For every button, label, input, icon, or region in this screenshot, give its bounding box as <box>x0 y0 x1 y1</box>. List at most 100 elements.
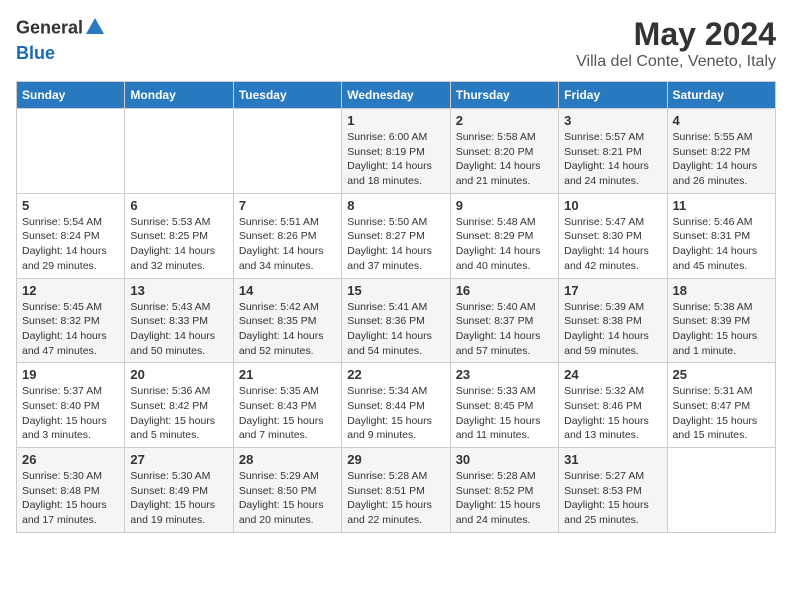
calendar-cell: 2 Sunrise: 5:58 AM Sunset: 8:20 PM Daylig… <box>450 109 558 194</box>
day-number: 5 <box>22 198 119 213</box>
calendar-cell: 18 Sunrise: 5:38 AM Sunset: 8:39 PM Dayli… <box>667 278 775 363</box>
day-number: 14 <box>239 283 336 298</box>
day-info: Sunrise: 5:41 AM Sunset: 8:36 PM Dayligh… <box>347 300 444 359</box>
calendar-cell: 17 Sunrise: 5:39 AM Sunset: 8:38 PM Dayli… <box>559 278 667 363</box>
day-info: Sunrise: 6:00 AM Sunset: 8:19 PM Dayligh… <box>347 130 444 189</box>
calendar-cell: 23 Sunrise: 5:33 AM Sunset: 8:45 PM Dayli… <box>450 363 558 448</box>
day-number: 25 <box>673 367 770 382</box>
calendar-cell: 31Sunrise: 5:27 AM Sunset: 8:53 PM Dayli… <box>559 448 667 533</box>
calendar-cell: 5 Sunrise: 5:54 AM Sunset: 8:24 PM Daylig… <box>17 193 125 278</box>
day-number: 8 <box>347 198 444 213</box>
day-info: Sunrise: 5:33 AM Sunset: 8:45 PM Dayligh… <box>456 384 553 443</box>
calendar-cell: 21 Sunrise: 5:35 AM Sunset: 8:43 PM Dayli… <box>233 363 341 448</box>
calendar-cell: 12Sunrise: 5:45 AM Sunset: 8:32 PM Dayli… <box>17 278 125 363</box>
day-of-week-header: Monday <box>125 82 233 109</box>
calendar-cell: 26 Sunrise: 5:30 AM Sunset: 8:48 PM Dayli… <box>17 448 125 533</box>
day-info: Sunrise: 5:47 AM Sunset: 8:30 PM Dayligh… <box>564 215 661 274</box>
logo-text-general: General <box>16 18 83 38</box>
calendar-cell: 24Sunrise: 5:32 AM Sunset: 8:46 PM Dayli… <box>559 363 667 448</box>
calendar-table: SundayMondayTuesdayWednesdayThursdayFrid… <box>16 81 776 533</box>
day-info: Sunrise: 5:57 AM Sunset: 8:21 PM Dayligh… <box>564 130 661 189</box>
day-info: Sunrise: 5:42 AM Sunset: 8:35 PM Dayligh… <box>239 300 336 359</box>
day-info: Sunrise: 5:29 AM Sunset: 8:50 PM Dayligh… <box>239 469 336 528</box>
day-info: Sunrise: 5:28 AM Sunset: 8:51 PM Dayligh… <box>347 469 444 528</box>
calendar-cell: 8 Sunrise: 5:50 AM Sunset: 8:27 PM Daylig… <box>342 193 450 278</box>
calendar-cell: 28 Sunrise: 5:29 AM Sunset: 8:50 PM Dayli… <box>233 448 341 533</box>
calendar-cell: 19Sunrise: 5:37 AM Sunset: 8:40 PM Dayli… <box>17 363 125 448</box>
day-number: 2 <box>456 113 553 128</box>
day-number: 21 <box>239 367 336 382</box>
calendar-cell: 27Sunrise: 5:30 AM Sunset: 8:49 PM Dayli… <box>125 448 233 533</box>
calendar-cell: 14 Sunrise: 5:42 AM Sunset: 8:35 PM Dayli… <box>233 278 341 363</box>
calendar-cell <box>17 109 125 194</box>
day-info: Sunrise: 5:30 AM Sunset: 8:48 PM Dayligh… <box>22 469 119 528</box>
day-number: 7 <box>239 198 336 213</box>
day-number: 15 <box>347 283 444 298</box>
day-number: 16 <box>456 283 553 298</box>
calendar-cell <box>125 109 233 194</box>
day-number: 3 <box>564 113 661 128</box>
day-of-week-header: Sunday <box>17 82 125 109</box>
calendar-week-row: 26 Sunrise: 5:30 AM Sunset: 8:48 PM Dayli… <box>17 448 776 533</box>
day-number: 13 <box>130 283 227 298</box>
location-title: Villa del Conte, Veneto, Italy <box>576 53 776 71</box>
day-info: Sunrise: 5:46 AM Sunset: 8:31 PM Dayligh… <box>673 215 770 274</box>
day-number: 6 <box>130 198 227 213</box>
calendar-cell: 4Sunrise: 5:55 AM Sunset: 8:22 PM Daylig… <box>667 109 775 194</box>
day-of-week-header: Saturday <box>667 82 775 109</box>
day-number: 29 <box>347 452 444 467</box>
day-number: 23 <box>456 367 553 382</box>
day-info: Sunrise: 5:28 AM Sunset: 8:52 PM Dayligh… <box>456 469 553 528</box>
day-info: Sunrise: 5:35 AM Sunset: 8:43 PM Dayligh… <box>239 384 336 443</box>
calendar-week-row: 19Sunrise: 5:37 AM Sunset: 8:40 PM Dayli… <box>17 363 776 448</box>
day-number: 28 <box>239 452 336 467</box>
day-number: 18 <box>673 283 770 298</box>
logo: General Blue <box>16 16 106 64</box>
calendar-body: 1 Sunrise: 6:00 AM Sunset: 8:19 PM Daylig… <box>17 109 776 533</box>
calendar-cell: 20 Sunrise: 5:36 AM Sunset: 8:42 PM Dayli… <box>125 363 233 448</box>
day-info: Sunrise: 5:27 AM Sunset: 8:53 PM Dayligh… <box>564 469 661 528</box>
day-info: Sunrise: 5:50 AM Sunset: 8:27 PM Dayligh… <box>347 215 444 274</box>
day-info: Sunrise: 5:36 AM Sunset: 8:42 PM Dayligh… <box>130 384 227 443</box>
day-info: Sunrise: 5:38 AM Sunset: 8:39 PM Dayligh… <box>673 300 770 359</box>
calendar-cell: 11 Sunrise: 5:46 AM Sunset: 8:31 PM Dayli… <box>667 193 775 278</box>
day-info: Sunrise: 5:43 AM Sunset: 8:33 PM Dayligh… <box>130 300 227 359</box>
day-info: Sunrise: 5:45 AM Sunset: 8:32 PM Dayligh… <box>22 300 119 359</box>
calendar-cell: 1 Sunrise: 6:00 AM Sunset: 8:19 PM Daylig… <box>342 109 450 194</box>
day-info: Sunrise: 5:48 AM Sunset: 8:29 PM Dayligh… <box>456 215 553 274</box>
day-info: Sunrise: 5:39 AM Sunset: 8:38 PM Dayligh… <box>564 300 661 359</box>
calendar-week-row: 12Sunrise: 5:45 AM Sunset: 8:32 PM Dayli… <box>17 278 776 363</box>
day-info: Sunrise: 5:58 AM Sunset: 8:20 PM Dayligh… <box>456 130 553 189</box>
day-number: 26 <box>22 452 119 467</box>
day-number: 1 <box>347 113 444 128</box>
calendar-cell: 9Sunrise: 5:48 AM Sunset: 8:29 PM Daylig… <box>450 193 558 278</box>
title-block: May 2024 Villa del Conte, Veneto, Italy <box>576 16 776 71</box>
calendar-cell: 6 Sunrise: 5:53 AM Sunset: 8:25 PM Daylig… <box>125 193 233 278</box>
calendar-cell: 16Sunrise: 5:40 AM Sunset: 8:37 PM Dayli… <box>450 278 558 363</box>
day-info: Sunrise: 5:34 AM Sunset: 8:44 PM Dayligh… <box>347 384 444 443</box>
day-number: 19 <box>22 367 119 382</box>
calendar-cell: 30 Sunrise: 5:28 AM Sunset: 8:52 PM Dayli… <box>450 448 558 533</box>
logo-icon <box>84 16 106 38</box>
day-info: Sunrise: 5:53 AM Sunset: 8:25 PM Dayligh… <box>130 215 227 274</box>
day-number: 27 <box>130 452 227 467</box>
calendar-cell: 22 Sunrise: 5:34 AM Sunset: 8:44 PM Dayli… <box>342 363 450 448</box>
calendar-cell: 3 Sunrise: 5:57 AM Sunset: 8:21 PM Daylig… <box>559 109 667 194</box>
calendar-cell <box>233 109 341 194</box>
logo-text-blue: Blue <box>16 43 55 63</box>
day-info: Sunrise: 5:31 AM Sunset: 8:47 PM Dayligh… <box>673 384 770 443</box>
day-info: Sunrise: 5:32 AM Sunset: 8:46 PM Dayligh… <box>564 384 661 443</box>
day-number: 30 <box>456 452 553 467</box>
calendar-header-row: SundayMondayTuesdayWednesdayThursdayFrid… <box>17 82 776 109</box>
day-number: 17 <box>564 283 661 298</box>
calendar-week-row: 5 Sunrise: 5:54 AM Sunset: 8:24 PM Daylig… <box>17 193 776 278</box>
calendar-cell: 29 Sunrise: 5:28 AM Sunset: 8:51 PM Dayli… <box>342 448 450 533</box>
day-number: 22 <box>347 367 444 382</box>
day-of-week-header: Wednesday <box>342 82 450 109</box>
day-number: 11 <box>673 198 770 213</box>
day-info: Sunrise: 5:54 AM Sunset: 8:24 PM Dayligh… <box>22 215 119 274</box>
day-number: 20 <box>130 367 227 382</box>
day-number: 10 <box>564 198 661 213</box>
page-header: General Blue May 2024 Villa del Conte, V… <box>16 16 776 71</box>
calendar-cell <box>667 448 775 533</box>
